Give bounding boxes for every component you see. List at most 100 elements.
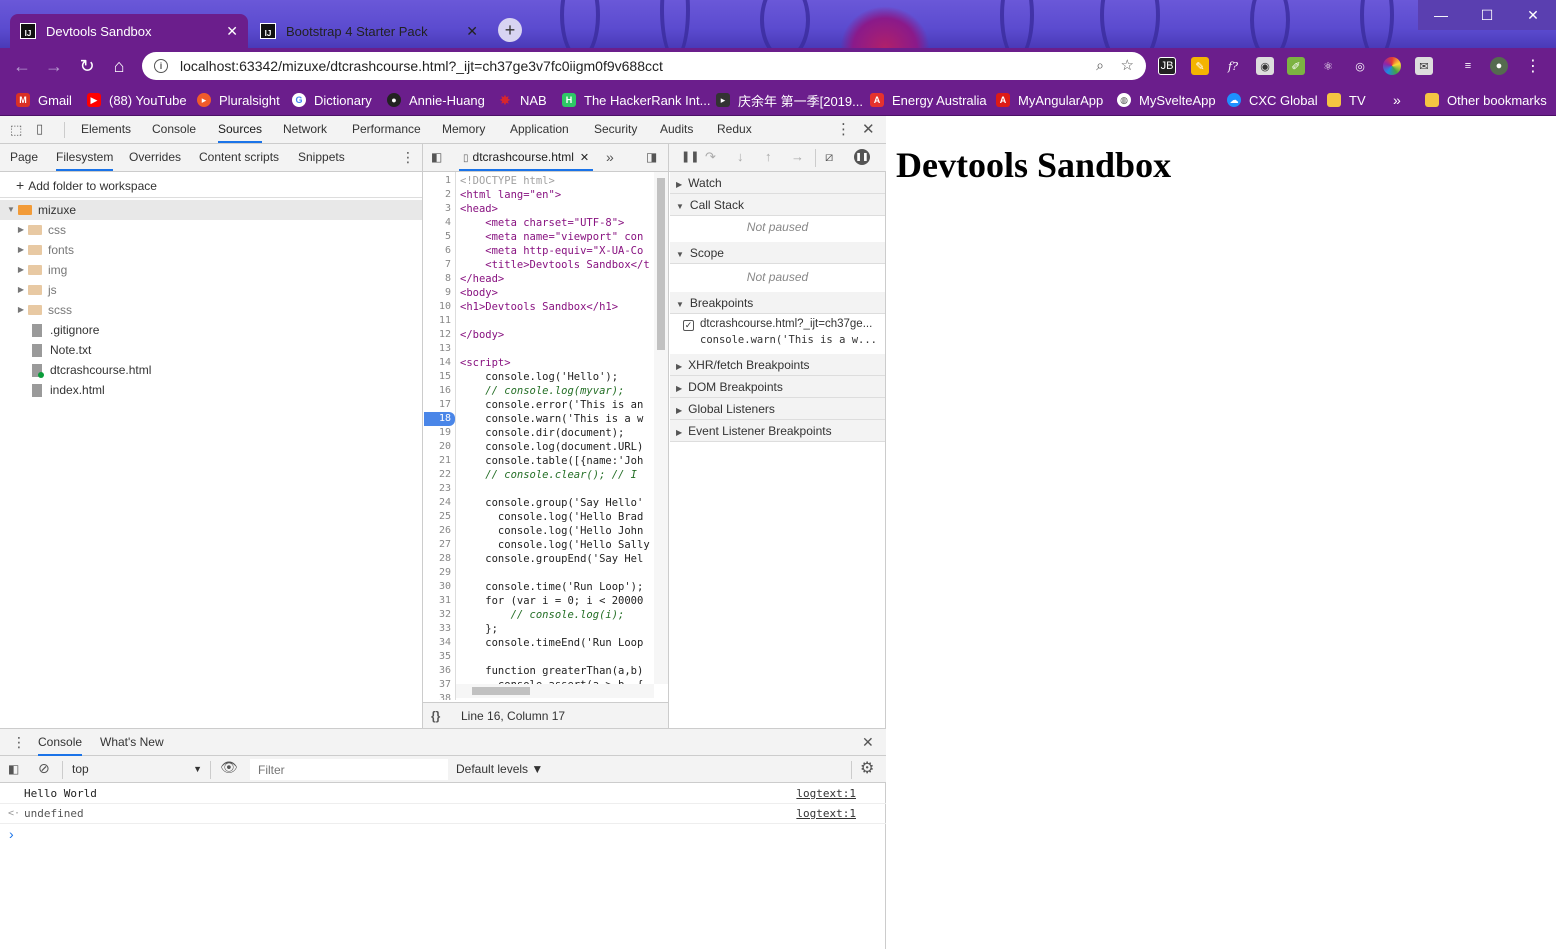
line-number[interactable]: 27 [439, 538, 451, 552]
line-gutter[interactable]: 1 2 3 4 5 6 7 8 9 10 11 12 13 14 15 16 17 18 19 20 21 22 23 24 2… [424, 172, 456, 700]
tab-redux[interactable]: Redux [717, 116, 752, 143]
section-global-listeners[interactable]: ▶ Global Listeners [670, 398, 885, 420]
other-bookmarks[interactable]: Other bookmarks [1425, 91, 1547, 109]
tree-folder-css[interactable]: ▶ css [14, 220, 66, 240]
notes-extension-icon[interactable]: ✎ [1191, 57, 1209, 75]
tab-console[interactable]: Console [152, 116, 196, 143]
bookmark-gmail[interactable]: M Gmail [16, 91, 72, 109]
section-dom-breakpoints[interactable]: ▶ DOM Breakpoints [670, 376, 885, 398]
color-picker-extension-icon[interactable]: ✐ [1287, 57, 1305, 75]
line-number[interactable]: 25 [439, 510, 451, 524]
font-extension-icon[interactable]: f? [1224, 57, 1242, 75]
mail-extension-icon[interactable]: ✉ [1415, 57, 1433, 75]
navigator-tab-content-scripts[interactable]: Content scripts [199, 144, 279, 171]
editor-tab-dtcrashcourse[interactable]: ▯ dtcrashcourse.html ✕ [459, 144, 594, 171]
step-into-icon[interactable]: ↓ [737, 149, 744, 164]
line-number[interactable]: 6 [445, 244, 451, 258]
splitter[interactable] [422, 144, 423, 728]
line-number[interactable]: 23 [439, 482, 451, 496]
line-number[interactable]: 8 [445, 272, 451, 286]
drawer-tab-console[interactable]: Console [38, 729, 83, 756]
scrollbar-thumb[interactable] [472, 687, 530, 695]
console-settings-gear-icon[interactable]: ⚙ [860, 758, 874, 778]
tree-file-index[interactable]: index.html [32, 380, 105, 400]
bookmark-nab[interactable]: ✸ NAB [498, 91, 547, 109]
maximize-button[interactable]: ☐ [1464, 0, 1510, 30]
line-number[interactable]: 22 [439, 468, 451, 482]
tab-elements[interactable]: Elements [81, 116, 131, 143]
camera-extension-icon[interactable]: ◉ [1256, 57, 1274, 75]
line-number[interactable]: 33 [439, 622, 451, 636]
line-number[interactable]: 16 [439, 384, 451, 398]
section-breakpoints[interactable]: ▼ Breakpoints [670, 292, 885, 314]
line-number[interactable]: 14 [439, 356, 451, 370]
bookmark-myangularapp[interactable]: A MyAngularApp [996, 91, 1103, 109]
tab-performance[interactable]: Performance [352, 116, 421, 143]
bookmark-cxc-global[interactable]: ☁ CXC Global [1227, 91, 1318, 109]
editor-horizontal-scrollbar[interactable] [456, 684, 654, 698]
section-call-stack[interactable]: ▼ Call Stack [670, 194, 885, 216]
tab-application[interactable]: Application [510, 116, 569, 143]
line-number[interactable]: 31 [439, 594, 451, 608]
line-number[interactable]: 35 [439, 650, 451, 664]
drawer-menu-icon[interactable]: ⋮ [12, 734, 26, 751]
navigator-tab-snippets[interactable]: Snippets [298, 144, 345, 171]
navigator-tab-filesystem[interactable]: Filesystem [56, 144, 114, 171]
bookmarks-overflow-button[interactable]: » [1393, 91, 1401, 109]
add-folder-button[interactable]: + Add folder to workspace [0, 172, 422, 198]
browser-menu-icon[interactable]: ⋮ [1524, 57, 1542, 75]
step-icon[interactable]: → [791, 149, 804, 164]
deactivate-breakpoints-icon[interactable]: ⧄ [825, 149, 833, 165]
console-sidebar-icon[interactable]: ◧ [8, 762, 19, 776]
line-number[interactable]: 30 [439, 580, 451, 594]
line-number[interactable]: 37 [439, 678, 451, 692]
tree-folder-scss[interactable]: ▶ scss [14, 300, 72, 320]
pretty-print-button[interactable]: {} [431, 703, 440, 729]
step-over-icon[interactable]: ↷ [705, 149, 716, 165]
close-editor-tab-icon[interactable]: ✕ [580, 152, 589, 164]
toggle-debugger-icon[interactable]: ◨ [646, 150, 657, 164]
pause-icon[interactable]: ❚❚ [681, 150, 699, 163]
bookmark-energy-australia[interactable]: A Energy Australia [870, 91, 987, 109]
tree-folder-img[interactable]: ▶ img [14, 260, 67, 280]
site-info-icon[interactable]: i [154, 59, 168, 73]
line-number[interactable]: 20 [439, 440, 451, 454]
line-number[interactable]: 1 [445, 174, 451, 188]
section-scope[interactable]: ▼ Scope [670, 242, 885, 264]
console-input[interactable]: › [0, 824, 886, 949]
line-number[interactable]: 3 [445, 202, 451, 216]
line-number[interactable]: 26 [439, 524, 451, 538]
console-source-link[interactable]: logtext:1 [796, 784, 856, 804]
line-number[interactable]: 38 [439, 692, 451, 700]
breakpoint-checkbox[interactable]: ✓ [683, 320, 694, 331]
section-xhr-breakpoints[interactable]: ▶ XHR/fetch Breakpoints [670, 354, 885, 376]
line-number[interactable]: 13 [439, 342, 451, 356]
react-extension-icon[interactable]: ⚛ [1319, 57, 1337, 75]
bookmark-hackerrank[interactable]: H The HackerRank Int... [562, 91, 710, 109]
breakpoint-file[interactable]: dtcrashcourse.html?_ijt=ch37ge... [700, 318, 880, 330]
section-watch[interactable]: ▶ Watch [670, 172, 885, 194]
reload-button[interactable]: ↻ [75, 54, 99, 78]
section-event-listener-breakpoints[interactable]: ▶ Event Listener Breakpoints [670, 420, 885, 442]
bookmark-mysvelteapp[interactable]: ◍ MySvelteApp [1117, 91, 1216, 109]
tree-folder-fonts[interactable]: ▶ fonts [14, 240, 74, 260]
navigator-menu-icon[interactable]: ⋮ [401, 149, 415, 166]
toggle-navigator-icon[interactable]: ◧ [431, 150, 442, 164]
tab-audits[interactable]: Audits [660, 116, 693, 143]
tree-file-dtcrashcourse[interactable]: dtcrashcourse.html [32, 360, 151, 380]
console-source-link[interactable]: logtext:1 [796, 804, 856, 824]
bookmark-dictionary[interactable]: G Dictionary [292, 91, 372, 109]
tab-security[interactable]: Security [594, 116, 637, 143]
forward-button[interactable]: → [42, 54, 66, 78]
scrollbar-thumb[interactable] [657, 178, 665, 350]
tab-network[interactable]: Network [283, 116, 327, 143]
line-number[interactable]: 7 [445, 258, 451, 272]
code-editor[interactable]: 1 2 3 4 5 6 7 8 9 10 11 12 13 14 15 16 17 18 19 20 21 22 23 24 2… [424, 172, 668, 700]
navigator-tab-overrides[interactable]: Overrides [129, 144, 181, 171]
media-queue-icon[interactable]: ≡ [1459, 57, 1477, 75]
line-number[interactable]: 4 [445, 216, 451, 230]
tab-sources[interactable]: Sources [218, 116, 263, 143]
tab-bootstrap-starter[interactable]: IJ Bootstrap 4 Starter Pack ✕ [250, 14, 488, 48]
line-number[interactable]: 5 [445, 230, 451, 244]
bookmark-tv[interactable]: TV [1327, 91, 1366, 109]
